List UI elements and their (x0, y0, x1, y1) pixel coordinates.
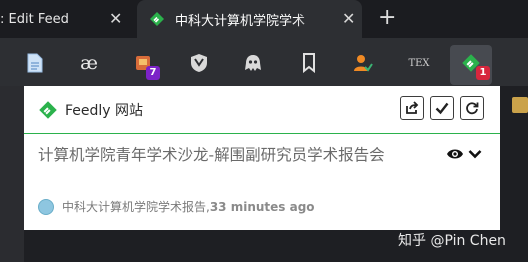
shield-icon[interactable] (188, 52, 210, 74)
new-tab-button[interactable]: + (378, 6, 396, 30)
open-feedly-button[interactable] (400, 96, 424, 120)
folder-icon (512, 97, 528, 113)
article-time: 33 minutes ago (209, 199, 315, 214)
popup-title: Feedly 网站 (65, 103, 144, 119)
tex-icon[interactable]: TEX (408, 52, 430, 74)
tab-title: : Edit Feed (0, 11, 69, 27)
feedly-icon (150, 12, 164, 26)
check-icon (435, 102, 449, 115)
extension-badge: 7 (146, 66, 160, 80)
extension-icon[interactable]: 7 (134, 52, 160, 80)
feedly-popup: Feedly 网站 计算机学院青年学术沙龙-解围副研究员学术报告会 中科大计算机… (24, 86, 500, 230)
mark-all-read-button[interactable] (430, 96, 454, 120)
feedly-extension-icon[interactable]: 1 (460, 52, 490, 80)
feedly-badge: 1 (476, 66, 490, 80)
eye-icon[interactable] (446, 148, 464, 160)
share-icon (406, 101, 419, 114)
article-title[interactable]: 计算机学院青年学术沙龙-解围副研究员学术报告会 (38, 144, 438, 166)
tab-close-icon[interactable]: ✕ (109, 11, 122, 27)
tab-strip: : Edit Feed ✕ 中科大计算机学院学术 ✕ + (0, 0, 528, 38)
ae-icon[interactable]: æ (78, 52, 100, 74)
document-icon[interactable] (24, 52, 46, 74)
refresh-button[interactable] (460, 96, 484, 120)
chevron-down-icon[interactable] (468, 149, 482, 159)
page-sidebar (0, 86, 24, 262)
octopus-icon[interactable] (242, 52, 264, 74)
refresh-icon (466, 102, 479, 115)
article-actions (446, 148, 482, 160)
tab-title: 中科大计算机学院学术 (175, 13, 306, 29)
article-meta: 中科大计算机学院学术报告, 33 minutes ago (38, 198, 315, 215)
feedly-logo-icon (39, 101, 57, 119)
tab-edit-feed[interactable]: : Edit Feed ✕ (0, 0, 137, 38)
tab-ustc-cs[interactable]: 中科大计算机学院学术 ✕ (137, 0, 362, 38)
watermark: 知乎 @Pin Chen (398, 233, 506, 249)
popup-header: Feedly 网站 (24, 86, 500, 134)
bookmark-icon[interactable] (298, 52, 320, 74)
article-source: 中科大计算机学院学术报告, (62, 200, 210, 214)
source-avatar (38, 198, 54, 215)
tab-close-icon[interactable]: ✕ (342, 11, 355, 27)
user-check-icon[interactable] (352, 52, 374, 74)
